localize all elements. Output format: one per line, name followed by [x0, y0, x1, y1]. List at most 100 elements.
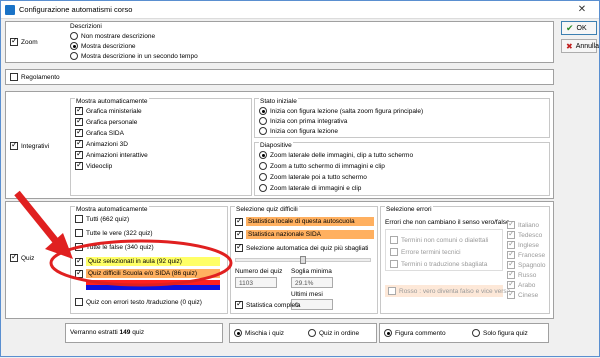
cb-statistica-locale[interactable]: Statistica locale di questa autoscuola: [235, 216, 374, 226]
zoom-checkbox[interactable]: Zoom: [10, 36, 38, 46]
cancel-button[interactable]: ✖ Annulla: [561, 39, 600, 53]
regolamento-panel: Regolamento: [5, 69, 554, 85]
cb-lang-cinese[interactable]: Cinese: [507, 289, 539, 299]
cancel-label: Annulla: [575, 42, 600, 50]
cb-grafica-personale[interactable]: Grafica personale: [75, 116, 137, 126]
cb-lang-tedesco[interactable]: Tedesco: [507, 229, 543, 239]
soglia-input[interactable]: 29.1%: [291, 277, 333, 288]
cb-false[interactable]: Tutte le false (340 quiz): [75, 243, 154, 251]
descrizioni-group: Descrizioni Non mostrare descrizione Mos…: [66, 23, 236, 62]
regolamento-checkbox[interactable]: Regolamento: [10, 73, 60, 81]
numero-input[interactable]: 1103: [235, 277, 277, 288]
cb-label: Statistica completa: [246, 301, 301, 309]
figura-panel: Figura commento Solo figura quiz: [379, 323, 549, 343]
radio-diap-1[interactable]: Zoom laterale delle immagini, clip a tut…: [259, 151, 413, 159]
cb-statistica-nazionale[interactable]: Statistica nazionale SIDA: [235, 229, 374, 239]
window-title: Configurazione automatismi corso: [19, 5, 133, 14]
threshold-slider[interactable]: [235, 256, 371, 264]
cb-label: Grafica ministeriale: [86, 107, 142, 115]
dialog-window: Configurazione automatismi corso ✕ ✔ OK …: [0, 0, 600, 357]
radio-stato-1[interactable]: Inizia con figura lezione (salta zoom fi…: [259, 107, 423, 115]
cb-tutti[interactable]: Tutti (662 quiz): [75, 215, 129, 223]
cb-label: Grafica SIDA: [86, 129, 124, 137]
ok-label: OK: [576, 24, 587, 32]
cb-label: Rosso : vero diventa falso e vice versa: [399, 287, 511, 295]
radio-label: Inizia con figura lezione: [270, 127, 338, 135]
app-icon: [5, 5, 15, 15]
radio-solo-figura[interactable]: Solo figura quiz: [472, 329, 528, 337]
integrativi-checkbox[interactable]: Integrativi: [10, 140, 50, 150]
radio-diap-4[interactable]: Zoom laterale di immagini e clip: [259, 184, 361, 192]
cb-aula[interactable]: Quiz selezionati in aula (92 quiz): [75, 256, 220, 266]
radio-secondo-tempo[interactable]: Mostra descrizione in un secondo tempo: [70, 52, 198, 60]
cb-errori[interactable]: Quiz con errori testo /traduzione (0 qui…: [75, 298, 202, 306]
integrativi-panel: Integrativi Mostra automaticamente Grafi…: [5, 91, 554, 199]
radio-mischia[interactable]: Mischia i quiz: [234, 329, 284, 337]
slider-thumb[interactable]: [300, 256, 306, 264]
ultimi-label: Ultimi mesi: [291, 291, 323, 298]
radio-label: Mostra descrizione: [81, 42, 136, 50]
cb-grafica-sida[interactable]: Grafica SIDA: [75, 127, 124, 137]
quiz-checkbox[interactable]: Quiz: [10, 252, 34, 262]
radio-label: Solo figura quiz: [483, 329, 528, 337]
cb-termini-non-comuni[interactable]: Termini non comuni o dialettali: [390, 236, 488, 244]
stato-iniziale-group: Stato iniziale Inizia con figura lezione…: [254, 98, 550, 138]
cb-lang-francese[interactable]: Francese: [507, 249, 545, 259]
zoom-label: Zoom: [21, 38, 38, 46]
checkbox-icon: [10, 140, 18, 150]
cb-lang-arabo[interactable]: Arabo: [507, 279, 535, 289]
cb-lang-spagnolo[interactable]: Spagnolo: [507, 259, 546, 269]
radio-stato-3[interactable]: Inizia con figura lezione: [259, 127, 338, 135]
estratti-suffix: quiz: [132, 329, 145, 336]
cb-lang-italiano[interactable]: Italiano: [507, 219, 539, 229]
group-title: Mostra automaticamente: [75, 98, 149, 105]
cb-lang-inglese[interactable]: Inglese: [507, 239, 539, 249]
radio-diap-3[interactable]: Zoom laterale poi a tutto schermo: [259, 173, 367, 181]
radio-ordine[interactable]: Quiz in ordine: [308, 329, 359, 337]
estratti-text: Verranno estratti 149 quiz: [70, 329, 144, 336]
radio-stato-2[interactable]: Inizia con prima integrativa: [259, 117, 347, 125]
close-icon[interactable]: ✕: [569, 3, 595, 17]
radio-label: Mostra descrizione in un secondo tempo: [81, 52, 198, 60]
cb-label: Tutte le false (340 quiz): [86, 243, 154, 251]
cb-label: Tutte le vere (322 quiz): [86, 229, 153, 237]
radio-mostra[interactable]: Mostra descrizione: [70, 42, 136, 50]
cb-difficili[interactable]: Quiz difficili Scuola e/o SIDA (86 quiz): [75, 268, 220, 278]
ordine-panel: Mischia i quiz Quiz in ordine: [229, 323, 377, 343]
radio-non-mostrare[interactable]: Non mostrare descrizione: [70, 32, 155, 40]
cb-label: Cinese: [518, 291, 539, 299]
cb-label: Tedesco: [518, 231, 543, 239]
checkbox-icon: [10, 252, 18, 262]
cb-grafica-ministeriale[interactable]: Grafica ministeriale: [75, 105, 142, 115]
cb-animazioni-3d[interactable]: Animazioni 3D: [75, 138, 128, 148]
cb-label: Spagnolo: [518, 261, 546, 269]
radio-label: Non mostrare descrizione: [81, 32, 156, 40]
cb-vere[interactable]: Tutte le vere (322 quiz): [75, 229, 153, 237]
integrativi-mostra-group: Mostra automaticamente Grafica ministeri…: [70, 98, 252, 196]
radio-figura-commento[interactable]: Figura commento: [384, 329, 446, 337]
radio-label: Figura commento: [395, 329, 446, 337]
cb-lang-russo[interactable]: Russo: [507, 269, 536, 279]
radio-diap-2[interactable]: Zoom a tutto schermo di immagini e clip: [259, 162, 385, 170]
blue-color-bar: [86, 285, 220, 290]
selezione-errori-group: Selezione errori Errori che non cambiano…: [380, 206, 550, 314]
checkmark-icon: ✔: [566, 22, 574, 33]
ok-button[interactable]: ✔ OK: [561, 21, 597, 35]
cb-videoclip[interactable]: Videoclip: [75, 160, 112, 170]
cb-label: Tutti (662 quiz): [86, 215, 130, 223]
quiz-panel: Quiz Mostra automaticamente Tutti (662 q…: [5, 201, 554, 319]
radio-label: Inizia con figura lezione (salta zoom fi…: [270, 107, 424, 115]
group-title: Stato iniziale: [259, 98, 298, 105]
cross-icon: ✖: [566, 41, 573, 51]
numero-label: Numero dei quiz: [235, 268, 283, 275]
errori-subtitle: Errori che non cambiano il senso vero/fa…: [385, 219, 510, 226]
cb-label: Quiz selezionati in aula (92 quiz): [86, 257, 220, 266]
integrativi-label: Integrativi: [21, 142, 50, 150]
cb-statistica-completa[interactable]: Statistica completa: [235, 299, 301, 309]
cb-animazioni-interattive[interactable]: Animazioni interattive: [75, 149, 148, 159]
cb-rosso[interactable]: Rosso : vero diventa falso e vice versa: [385, 285, 510, 297]
cb-traduzione-sbagliata[interactable]: Termini o traduzione sbagliata: [390, 260, 487, 268]
title-bar: Configurazione automatismi corso ✕: [1, 1, 599, 19]
cb-errore-termini[interactable]: Errore termini tecnici: [390, 248, 461, 256]
cb-selezione-automatica[interactable]: Selezione automatica dei quiz più sbagli…: [235, 242, 369, 252]
